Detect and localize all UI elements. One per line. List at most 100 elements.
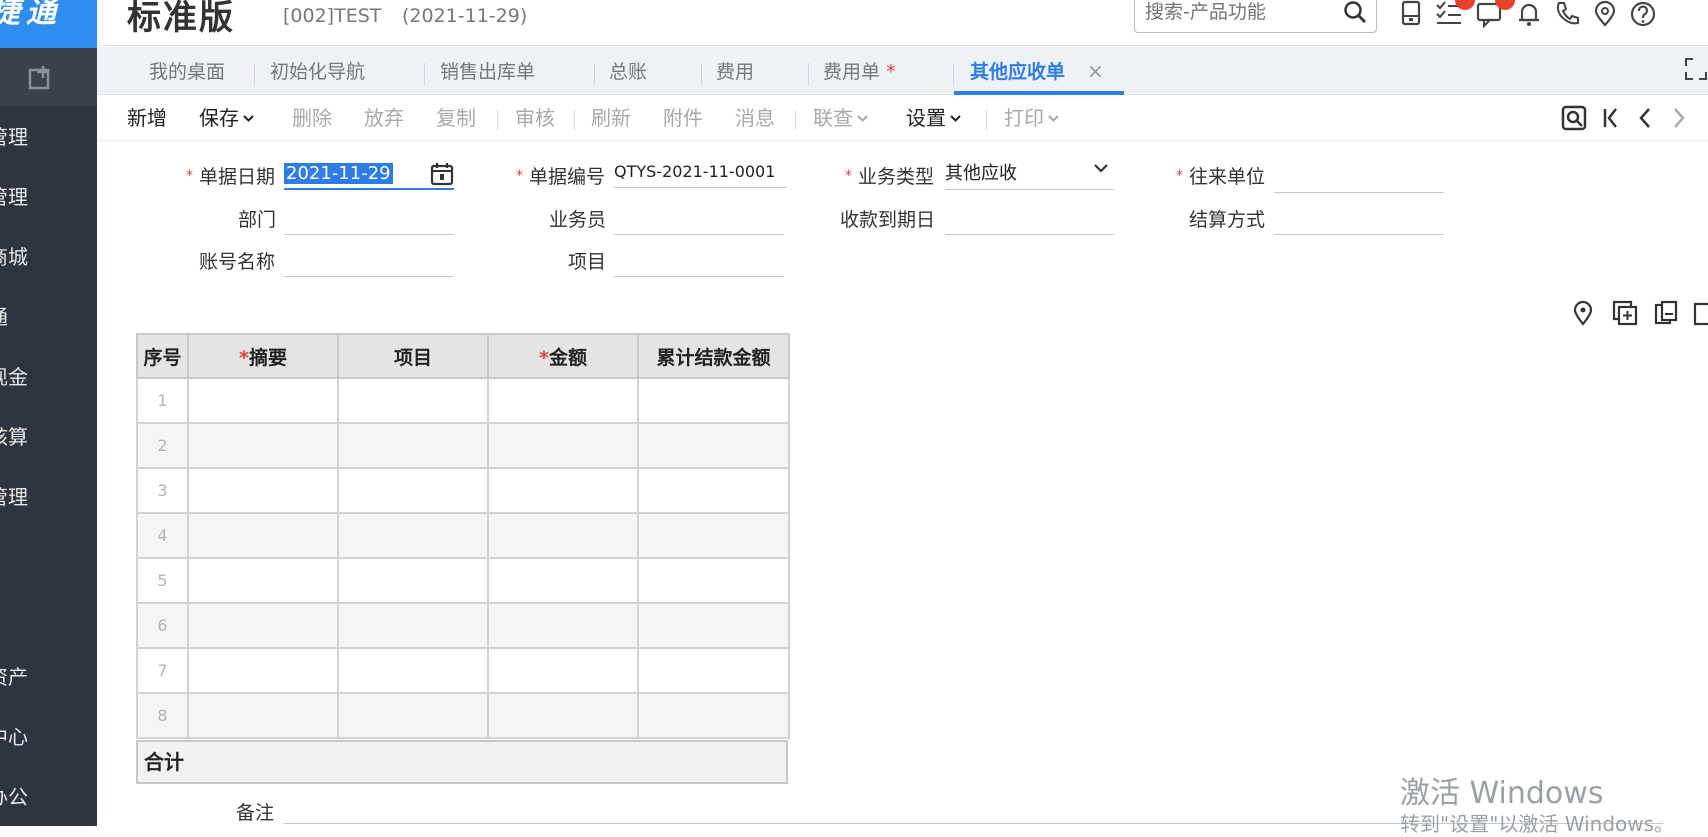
preview-search-icon[interactable]: [1561, 105, 1587, 131]
search-input[interactable]: [1145, 0, 1335, 25]
amount-cell[interactable]: [487, 377, 639, 424]
tab-general-ledger[interactable]: 总账: [609, 57, 647, 87]
salesman-label: 业务员: [549, 209, 607, 231]
project-cell[interactable]: [337, 647, 489, 694]
fullscreen-icon[interactable]: [1684, 57, 1708, 81]
tab-expense[interactable]: 费用: [716, 57, 754, 87]
copy-button[interactable]: 复制: [436, 105, 476, 131]
project-cell[interactable]: [337, 602, 489, 649]
due-date-field[interactable]: [945, 205, 1114, 235]
project-cell[interactable]: [337, 467, 489, 514]
search-box[interactable]: [1134, 0, 1377, 33]
summary-cell[interactable]: [187, 647, 339, 694]
cumulative-cell[interactable]: [637, 557, 790, 604]
sidebar-item-2[interactable]: 管理: [0, 177, 97, 217]
brand-logo: 捷通: [0, 0, 97, 48]
calendar-icon[interactable]: [430, 162, 454, 186]
amount-cell[interactable]: [487, 602, 639, 649]
doc-date-field[interactable]: 2021-11-29: [284, 160, 454, 190]
cumulative-cell[interactable]: [637, 422, 790, 469]
tab-my-desktop[interactable]: 我的桌面: [149, 57, 225, 87]
amount-cell[interactable]: [487, 647, 639, 694]
tab-close-button[interactable]: ×: [1087, 59, 1104, 83]
sidebar-item-4[interactable]: 通: [0, 297, 97, 337]
summary-cell[interactable]: [187, 512, 339, 559]
sidebar-item-10[interactable]: 中心: [0, 717, 97, 757]
summary-cell[interactable]: [187, 377, 339, 424]
next-record-icon[interactable]: [1669, 105, 1689, 131]
summary-cell[interactable]: [187, 422, 339, 469]
project-cell[interactable]: [337, 692, 489, 739]
project-cell[interactable]: [337, 377, 489, 424]
first-record-icon[interactable]: [1601, 105, 1621, 131]
help-icon[interactable]: [1629, 0, 1657, 28]
location-pin-icon[interactable]: [1591, 0, 1619, 28]
cumulative-cell[interactable]: [637, 512, 790, 559]
bell-icon[interactable]: [1515, 0, 1543, 28]
cumulative-cell[interactable]: [637, 647, 790, 694]
project-field[interactable]: [614, 247, 784, 277]
summary-cell[interactable]: [187, 467, 339, 514]
sidebar-item-7[interactable]: 管理: [0, 477, 97, 517]
chevron-down-icon[interactable]: [1094, 164, 1108, 174]
biz-type-label: * 业务类型: [845, 166, 935, 188]
cumulative-cell[interactable]: [637, 692, 790, 739]
tab-other-receivable[interactable]: 其他应收单: [970, 57, 1065, 87]
new-menu-button[interactable]: [0, 48, 97, 106]
message-button[interactable]: 消息: [735, 105, 775, 131]
refresh-button[interactable]: 刷新: [591, 105, 631, 131]
doc-date-value[interactable]: 2021-11-29: [284, 163, 393, 184]
amount-cell[interactable]: [487, 512, 639, 559]
project-cell[interactable]: [337, 557, 489, 604]
biz-type-select[interactable]: 其他应收: [945, 160, 1114, 190]
delete-button[interactable]: 删除: [292, 105, 332, 131]
tab-sales-outbound[interactable]: 销售出库单: [440, 57, 535, 87]
amount-cell[interactable]: [487, 557, 639, 604]
tab-bar: 我的桌面 初始化导航 销售出库单 总账 费用 费用单 * 其他应收单 ×: [97, 47, 1708, 95]
save-disk-icon[interactable]: [1397, 0, 1425, 28]
sidebar-item-11[interactable]: 办公: [0, 777, 97, 817]
copy-row-icon[interactable]: [1653, 300, 1679, 326]
insert-row-icon[interactable]: [1612, 300, 1638, 326]
sidebar-item-8[interactable]: 0: [0, 597, 97, 637]
account-name-field[interactable]: [284, 247, 454, 277]
tab-expense-bill[interactable]: 费用单 *: [823, 57, 896, 87]
tab-init-guide[interactable]: 初始化导航: [270, 57, 365, 87]
cumulative-cell[interactable]: [637, 602, 790, 649]
sidebar-item-5[interactable]: 现金: [0, 357, 97, 397]
sidebar-item-3[interactable]: 商城: [0, 237, 97, 277]
sidebar-item-9[interactable]: 资产: [0, 657, 97, 697]
dept-field[interactable]: [284, 205, 454, 235]
salesman-field[interactable]: [614, 205, 784, 235]
phone-icon[interactable]: [1553, 0, 1581, 28]
attachment-button[interactable]: 附件: [663, 105, 703, 131]
amount-cell[interactable]: [487, 422, 639, 469]
summary-cell[interactable]: [187, 602, 339, 649]
project-cell[interactable]: [337, 512, 489, 559]
project-cell[interactable]: [337, 422, 489, 469]
linked-query-button[interactable]: 联查: [813, 105, 868, 131]
amount-cell[interactable]: [487, 692, 639, 739]
save-button[interactable]: 保存: [199, 105, 254, 131]
tab-separator: [254, 63, 255, 85]
add-button[interactable]: 新增: [127, 105, 167, 131]
audit-button[interactable]: 审核: [515, 105, 555, 131]
amount-cell[interactable]: [487, 467, 639, 514]
summary-cell[interactable]: [187, 557, 339, 604]
sidebar-item-6[interactable]: 核算: [0, 417, 97, 457]
print-button[interactable]: 打印: [1004, 105, 1059, 131]
app-name: 标准版: [127, 0, 235, 38]
delete-row-icon[interactable]: [1693, 300, 1708, 326]
previous-record-icon[interactable]: [1635, 105, 1655, 131]
discard-button[interactable]: 放弃: [364, 105, 404, 131]
summary-cell[interactable]: [187, 692, 339, 739]
settings-button[interactable]: 设置: [906, 105, 961, 131]
search-icon[interactable]: [1342, 0, 1368, 25]
doc-no-field[interactable]: QTYS-2021-11-0001: [614, 158, 787, 188]
location-icon[interactable]: [1572, 300, 1594, 326]
partner-field[interactable]: [1274, 163, 1444, 193]
cumulative-cell[interactable]: [637, 467, 790, 514]
settlement-field[interactable]: [1274, 205, 1444, 235]
sidebar-item-1[interactable]: 管理: [0, 117, 97, 157]
cumulative-cell[interactable]: [637, 377, 790, 424]
